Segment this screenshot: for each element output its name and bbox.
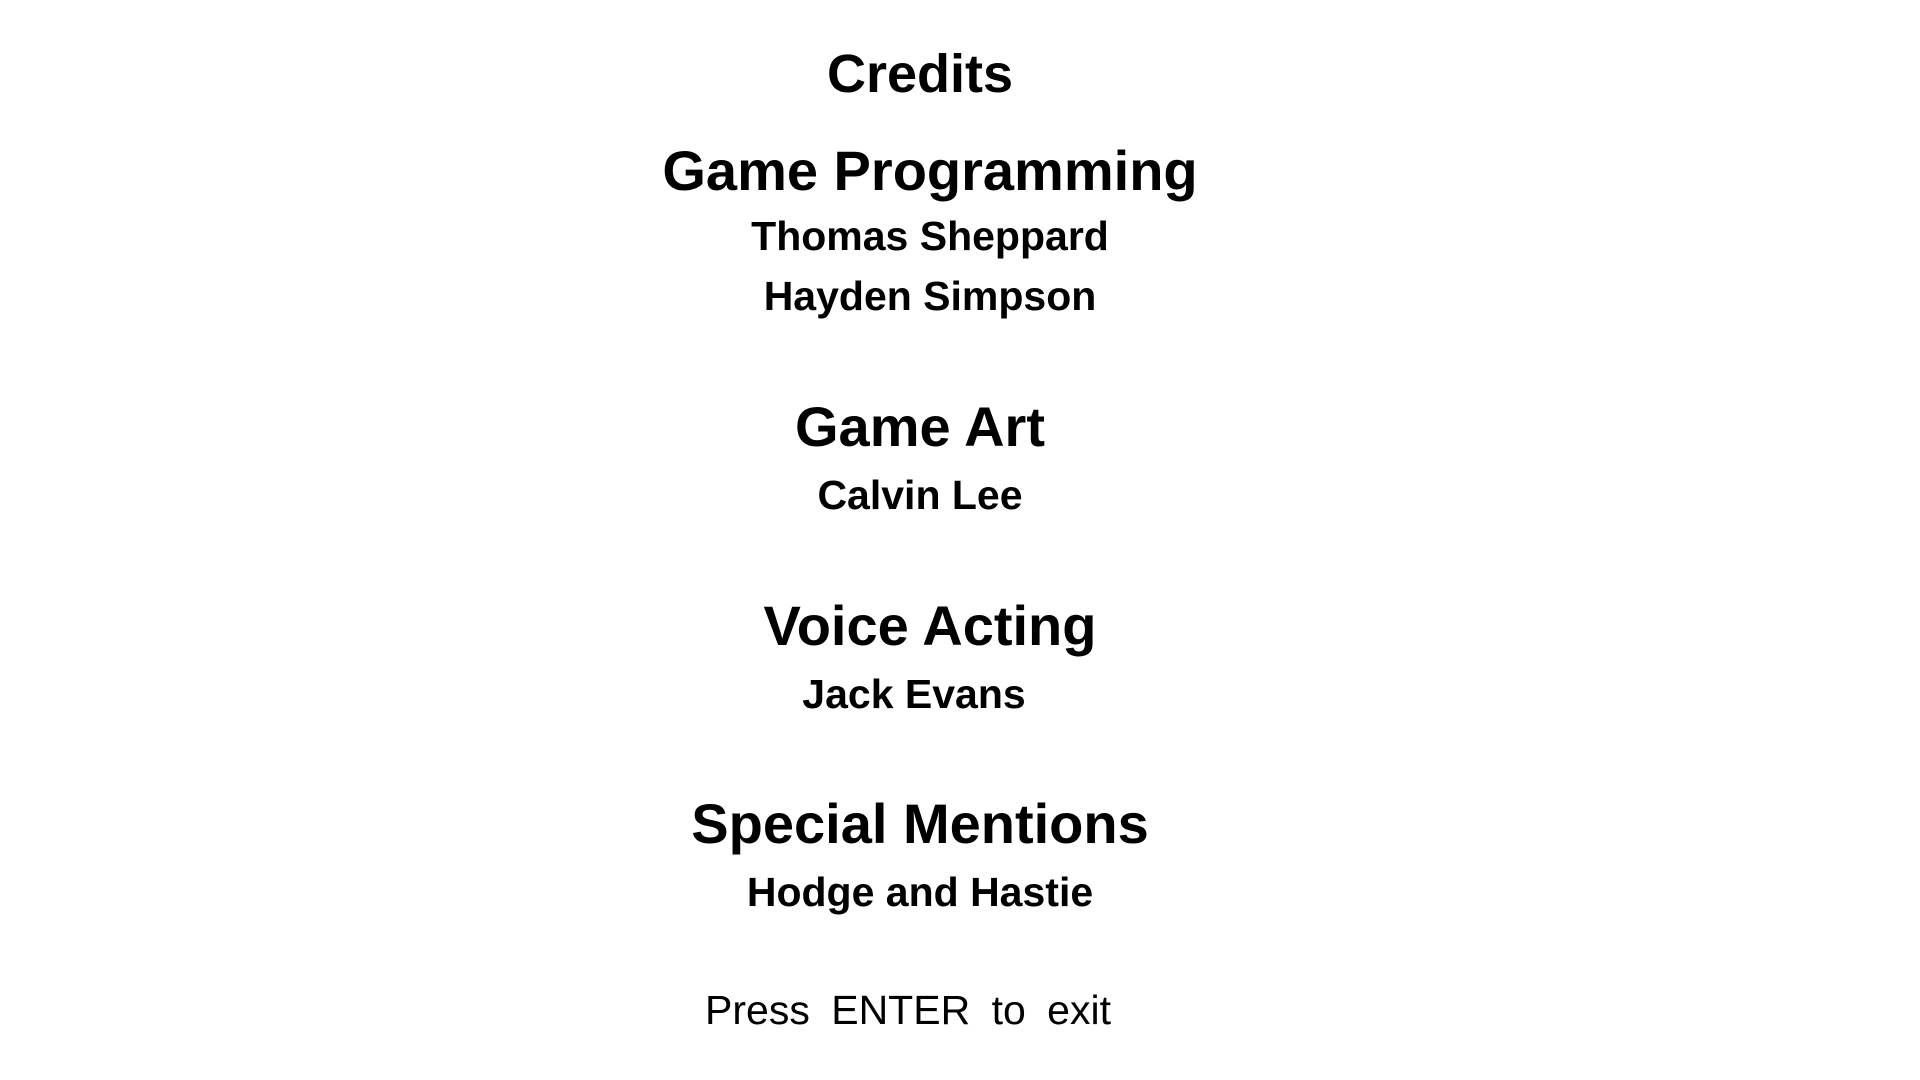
credits-screen: Credits Game Programming Thomas Sheppard… [0, 0, 1920, 1080]
credit-name: Jack Evans [802, 671, 1026, 717]
exit-prompt[interactable]: Press ENTER to exit [0, 990, 1828, 1031]
section-heading-voice-acting: Voice Acting [763, 594, 1097, 657]
credit-name: Hayden Simpson [763, 273, 1097, 319]
section-heading-game-programming: Game Programming [662, 139, 1198, 202]
credits-title: Credits [826, 44, 1014, 104]
credit-name: Hodge and Hastie [746, 869, 1094, 915]
credit-name: Thomas Sheppard [751, 213, 1109, 259]
credit-name: Calvin Lee [817, 472, 1023, 518]
section-heading-game-art: Game Art [794, 395, 1045, 458]
section-heading-special-mentions: Special Mentions [691, 792, 1149, 855]
